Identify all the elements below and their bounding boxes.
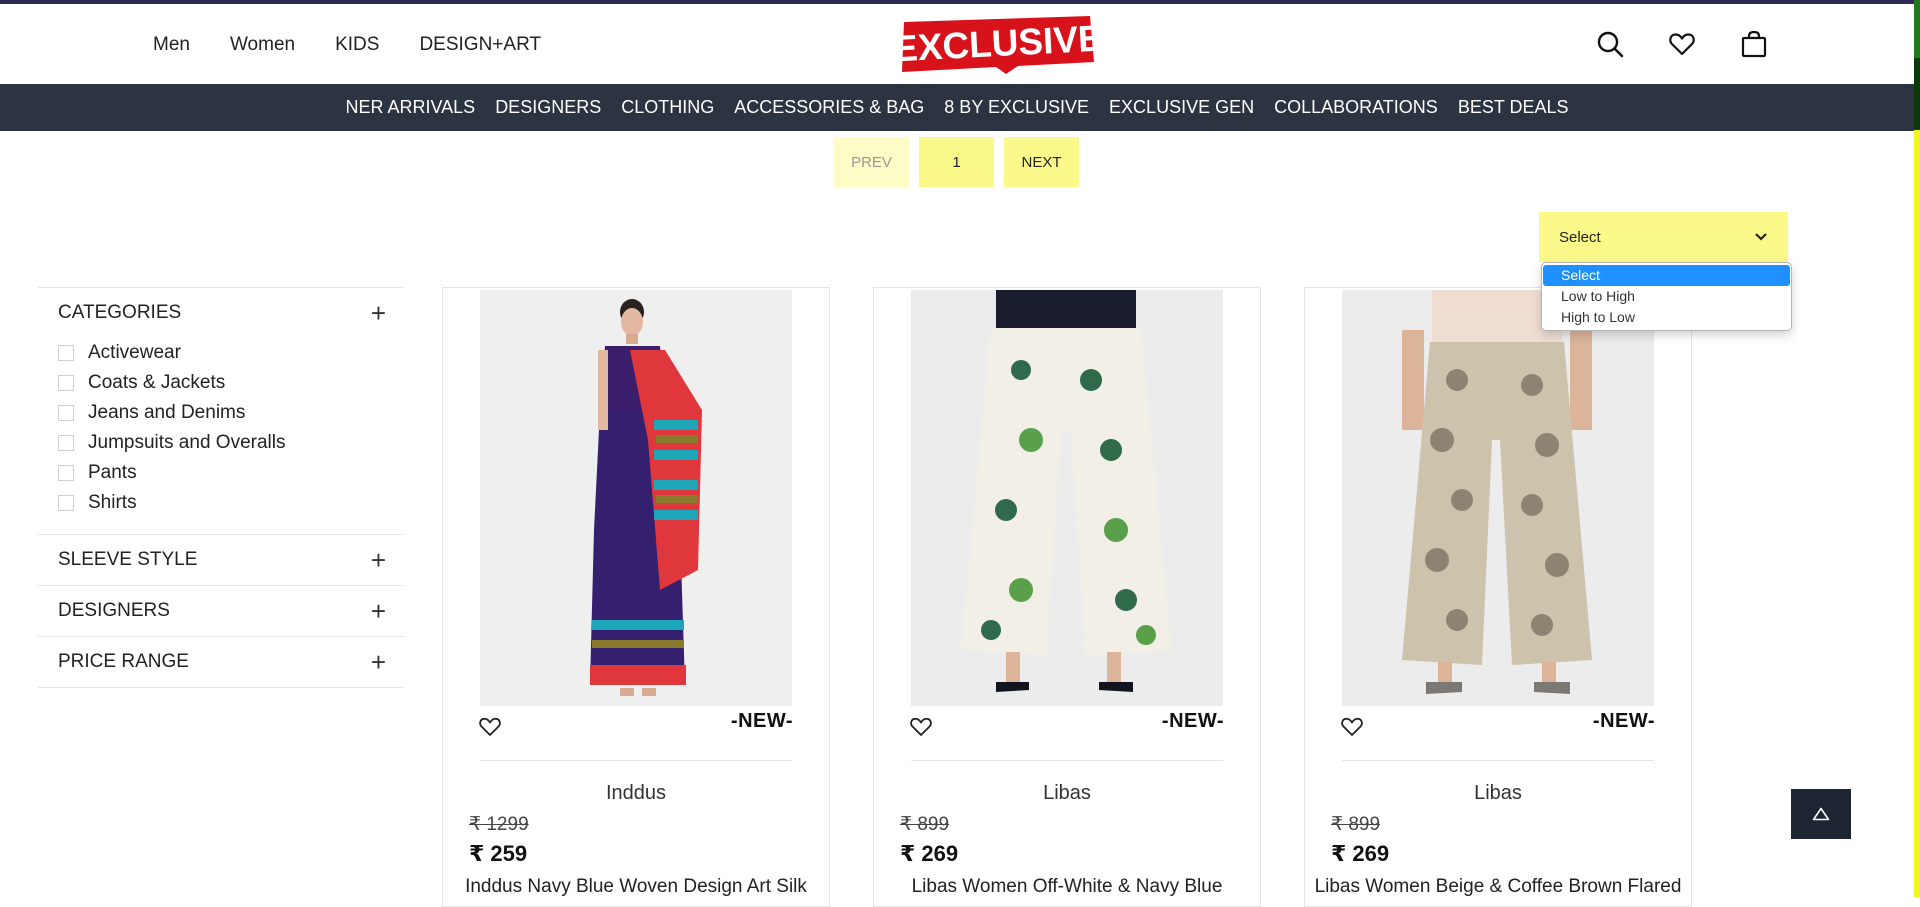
category-label: Shirts [88, 492, 137, 513]
category-bar: NER ARRIVALS DESIGNERS CLOTHING ACCESSOR… [0, 84, 1914, 131]
sort-option-select[interactable]: Select [1543, 265, 1790, 286]
sort-select-value: Select [1559, 228, 1601, 246]
product-title[interactable]: Inddus Navy Blue Woven Design Art Silk [443, 876, 829, 898]
category-checkbox-activewear[interactable]: Activewear [58, 338, 404, 368]
wishlist-heart-icon[interactable] [1340, 716, 1364, 738]
filter-title: SLEEVE STYLE [58, 549, 198, 570]
product-brand[interactable]: Libas [874, 782, 1260, 805]
triangle-up-icon [1812, 807, 1830, 821]
product-title[interactable]: Libas Women Off-White & Navy Blue [874, 876, 1260, 898]
sort-option-low-to-high[interactable]: Low to High [1543, 286, 1790, 307]
filter-section-categories: CATEGORIES + Activewear Coats & Jackets … [38, 287, 404, 534]
site-header: Men Women KIDS DESIGN+ART EXCLUSIVE [0, 4, 1914, 84]
product-image[interactable] [1342, 290, 1654, 706]
category-label: Coats & Jackets [88, 372, 226, 393]
product-price: ₹ 259 [469, 841, 528, 866]
checkbox[interactable] [58, 375, 74, 391]
product-mrp: ₹ 899 [1331, 814, 1381, 835]
category-link-collaborations[interactable]: COLLABORATIONS [1274, 97, 1438, 118]
filter-section-designers: DESIGNERS + [38, 585, 404, 636]
filter-toggle-designers[interactable]: DESIGNERS + [38, 586, 404, 636]
filter-toggle-sleeve-style[interactable]: SLEEVE STYLE + [38, 535, 404, 585]
checkbox[interactable] [58, 405, 74, 421]
sort-dropdown-list: Select Low to High High to Low [1541, 262, 1792, 331]
category-link-8-by-exclusive[interactable]: 8 BY EXCLUSIVE [944, 97, 1089, 118]
category-checkbox-pants[interactable]: Pants [58, 458, 404, 488]
plus-icon: + [370, 596, 386, 626]
plus-icon: + [370, 298, 386, 328]
nav-link-women[interactable]: Women [230, 34, 295, 56]
filter-title: PRICE RANGE [58, 651, 189, 672]
prev-page-button[interactable]: PREV [834, 137, 909, 187]
product-mrp: ₹ 1299 [469, 814, 529, 835]
category-link-designers[interactable]: DESIGNERS [495, 97, 601, 118]
product-card[interactable]: -NEW- Inddus ₹ 1299 ₹ 259 Inddus Navy Bl… [442, 287, 830, 907]
filter-section-price-range: PRICE RANGE + [38, 636, 404, 687]
checkbox[interactable] [58, 495, 74, 511]
page-number-button[interactable]: 1 [919, 137, 994, 187]
new-badge: -NEW- [730, 710, 793, 732]
wishlist-heart-icon[interactable] [1668, 30, 1696, 58]
category-link-new-arrivals[interactable]: NER ARRIVALS [345, 97, 475, 118]
filter-toggle-categories[interactable]: CATEGORIES + [38, 288, 404, 338]
category-link-clothing[interactable]: CLOTHING [621, 97, 714, 118]
filter-title: DESIGNERS [58, 600, 170, 621]
category-checkbox-jeans-denims[interactable]: Jeans and Denims [58, 398, 404, 428]
main-nav: Men Women KIDS DESIGN+ART [153, 34, 581, 56]
sort-option-high-to-low[interactable]: High to Low [1543, 307, 1790, 328]
filter-section-sleeve-style: SLEEVE STYLE + [38, 534, 404, 585]
category-link-accessories[interactable]: ACCESSORIES & BAG [734, 97, 924, 118]
product-brand[interactable]: Libas [1305, 782, 1691, 805]
filter-sidebar: CATEGORIES + Activewear Coats & Jackets … [38, 287, 404, 688]
category-checkbox-jumpsuits-overalls[interactable]: Jumpsuits and Overalls [58, 428, 404, 458]
product-card[interactable]: -NEW- Libas ₹ 899 ₹ 269 Libas Women Off-… [873, 287, 1261, 907]
filter-toggle-price-range[interactable]: PRICE RANGE + [38, 637, 404, 687]
product-image[interactable] [911, 290, 1223, 706]
search-icon[interactable] [1596, 30, 1624, 58]
product-brand[interactable]: Inddus [443, 782, 829, 805]
product-card[interactable]: -NEW- Libas ₹ 899 ₹ 269 Libas Women Beig… [1304, 287, 1692, 907]
checkbox[interactable] [58, 465, 74, 481]
category-link-exclusive-gen[interactable]: EXCLUSIVE GEN [1109, 97, 1254, 118]
category-checkbox-coats-jackets[interactable]: Coats & Jackets [58, 368, 404, 398]
wishlist-heart-icon[interactable] [909, 716, 933, 738]
product-price: ₹ 269 [1331, 841, 1390, 866]
category-label: Jumpsuits and Overalls [88, 432, 286, 453]
page-edge-bar [1914, 0, 1920, 897]
category-checkbox-shirts[interactable]: Shirts [58, 488, 404, 518]
chevron-down-icon [1755, 233, 1767, 241]
next-page-button[interactable]: NEXT [1004, 137, 1079, 187]
new-badge: -NEW- [1592, 710, 1655, 732]
wishlist-heart-icon[interactable] [478, 716, 502, 738]
category-label: Activewear [88, 342, 181, 363]
checkbox[interactable] [58, 345, 74, 361]
shopping-bag-icon[interactable] [1740, 30, 1768, 58]
category-label: Jeans and Denims [88, 402, 246, 423]
plus-icon: + [370, 647, 386, 677]
nav-link-men[interactable]: Men [153, 34, 190, 56]
product-mrp: ₹ 899 [900, 814, 950, 835]
pagination: PREV 1 NEXT [834, 137, 1079, 187]
filter-title: CATEGORIES [58, 302, 182, 323]
exclusive-logo[interactable]: EXCLUSIVE [898, 12, 1096, 78]
new-badge: -NEW- [1161, 710, 1224, 732]
plus-icon: + [370, 545, 386, 575]
nav-link-design-art[interactable]: DESIGN+ART [419, 34, 541, 56]
back-to-top-button[interactable] [1791, 789, 1851, 839]
category-label: Pants [88, 462, 137, 483]
sort-select[interactable]: Select [1539, 212, 1788, 262]
nav-link-kids[interactable]: KIDS [335, 34, 379, 56]
product-price: ₹ 269 [900, 841, 959, 866]
category-link-best-deals[interactable]: BEST DEALS [1458, 97, 1569, 118]
product-image[interactable] [480, 290, 792, 706]
checkbox[interactable] [58, 435, 74, 451]
product-title[interactable]: Libas Women Beige & Coffee Brown Flared [1305, 876, 1691, 898]
